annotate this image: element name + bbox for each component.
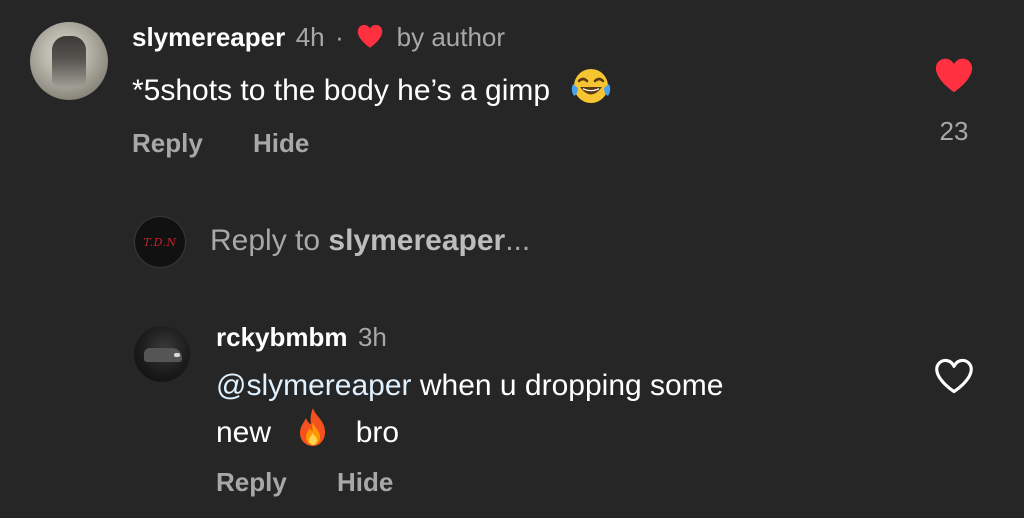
comment-header: slymereaper 4h · by author [132,22,505,54]
reply-reply-button[interactable]: Reply [216,467,287,498]
comment-username[interactable]: slymereaper [132,22,285,52]
comment-body: *5shots to the body he’s a gimp [132,66,612,117]
reply-username[interactable]: rckybmbm [216,322,348,352]
current-user-avatar: T.D.N [134,216,186,268]
reply-hide-button[interactable]: Hide [337,467,393,498]
reply-input-suffix: ... [505,224,531,257]
comment-text: *5shots to the body he’s a gimp [132,74,551,107]
reply-input-prefix: Reply to [210,224,329,257]
heart-filled-icon [935,58,973,93]
comment-like-count: 23 [939,116,969,146]
heart-outline-icon [935,358,973,394]
reply-body-line1: @slymereaper when u dropping some [216,366,723,406]
tears-of-joy-emoji-icon [570,66,612,117]
comment-hide-button[interactable]: Hide [253,128,309,159]
author-liked-heart-icon [356,23,384,54]
reply-time: 3h [357,322,387,352]
reply-body-line2: new bro [216,406,399,459]
avatar-slymereaper[interactable] [30,22,108,100]
reply-header: rckybmbm 3h [216,322,387,353]
comment-time: 4h [295,22,325,52]
mention-link[interactable]: @slymereaper [216,369,412,402]
avatar-rckybmbm[interactable] [134,326,190,382]
comment-reply-button[interactable]: Reply [132,128,203,159]
reply-text-line2-a: new [216,416,280,449]
meta-separator: · [335,22,344,52]
fire-emoji-icon [293,406,333,459]
comments-panel: slymereaper 4h · by author *5shots to th… [0,0,1024,518]
reply-text-line1: when u dropping some [411,369,724,402]
reply-like-button[interactable] [933,357,975,400]
by-author-badge: by author [396,22,506,52]
reply-input[interactable]: Reply to slymereaper... [210,224,530,258]
comment-like-button[interactable] [933,56,975,99]
avatar-photo [52,36,86,86]
reply-input-target: slymereaper [328,224,506,257]
reply-text-line2-b: bro [347,416,400,449]
avatar-logo-text: T.D.N [143,235,177,249]
